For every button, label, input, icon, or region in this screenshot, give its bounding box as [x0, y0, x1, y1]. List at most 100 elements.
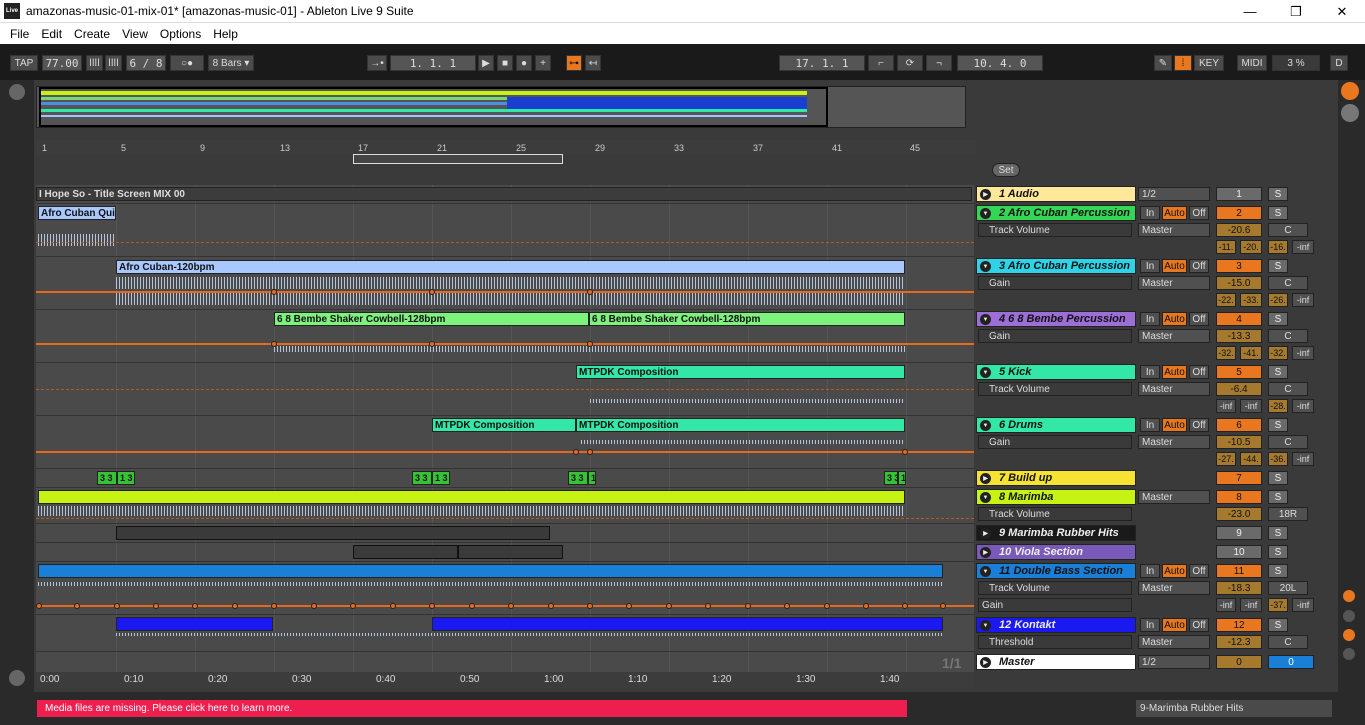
monitor-off[interactable]: Off	[1189, 618, 1209, 632]
lane-11-double-bass[interactable]	[36, 562, 974, 615]
lane-8-marimba[interactable]	[36, 488, 974, 524]
menu-file[interactable]: File	[4, 27, 35, 41]
lane-7-build-up[interactable]: 3 3 1 3 3 3 3 1 3 3 3 3 1 3 3 1	[36, 469, 974, 488]
build-clip[interactable]: 3 3	[412, 471, 432, 485]
track-2-number[interactable]: 2	[1216, 206, 1262, 220]
monitor-auto[interactable]: Auto	[1162, 564, 1187, 578]
computer-midi-button[interactable]: ⁞	[1174, 55, 1192, 71]
collapse-track-icon[interactable]: ▼	[980, 367, 991, 378]
track-12-solo[interactable]: S	[1268, 618, 1288, 632]
track-8-solo[interactable]: S	[1268, 490, 1288, 504]
monitor-in[interactable]: In	[1140, 564, 1160, 578]
track-11-volume[interactable]: -18.3	[1216, 581, 1262, 595]
track-12-volume[interactable]: -12.3	[1216, 635, 1262, 649]
build-clip[interactable]: 1 3 3	[432, 471, 450, 485]
track-4-number[interactable]: 4	[1216, 312, 1262, 326]
track-1-number[interactable]: 1	[1216, 187, 1262, 201]
track-4-header[interactable]: ▼ 4 6 8 Bembe Percussion	[976, 311, 1136, 327]
automation-param[interactable]: Gain	[978, 435, 1132, 449]
track-4-pan[interactable]: C	[1268, 329, 1308, 343]
time-signature-field[interactable]: 6 / 8	[126, 55, 166, 71]
record-button[interactable]: ●	[516, 55, 532, 71]
track-9-solo[interactable]: S	[1268, 526, 1288, 540]
track-12-output[interactable]: Master	[1138, 635, 1210, 649]
track-3-output[interactable]: Master	[1138, 276, 1210, 290]
track-3-header[interactable]: ▼ 3 Afro Cuban Percussion	[976, 258, 1136, 274]
lane-5-kick[interactable]: MTPDK Composition	[36, 363, 974, 416]
lane-1-audio[interactable]: I Hope So - Title Screen MIX 00	[36, 185, 974, 204]
punch-out-button[interactable]: ¬	[926, 55, 952, 71]
collapse-track-icon[interactable]: ▼	[980, 420, 991, 431]
track-5-output[interactable]: Master	[1138, 382, 1210, 396]
track-1-solo[interactable]: S	[1268, 187, 1288, 201]
back-to-arrangement-button[interactable]: ↤	[585, 55, 601, 71]
arrangement-view-icon[interactable]	[1341, 82, 1359, 100]
follow-button[interactable]: →•	[367, 55, 387, 71]
track-11-header[interactable]: ▼ 11 Double Bass Section	[976, 563, 1136, 579]
track-8-number[interactable]: 8	[1216, 490, 1262, 504]
track-2-output[interactable]: Master	[1138, 223, 1210, 237]
collapse-track-icon[interactable]: ▼	[980, 208, 991, 219]
mixer-toggle-icon[interactable]	[1343, 629, 1355, 641]
track-3-pan[interactable]: C	[1268, 276, 1308, 290]
track-3-number[interactable]: 3	[1216, 259, 1262, 273]
punch-in-button[interactable]: ⌐	[868, 55, 894, 71]
monitor-off[interactable]: Off	[1189, 259, 1209, 273]
track-8-output[interactable]: Master	[1138, 490, 1210, 504]
expand-track-icon[interactable]: ▶	[980, 657, 991, 668]
track-3-volume[interactable]: -15.0	[1216, 276, 1262, 290]
minimize-button[interactable]: —	[1227, 0, 1273, 23]
returns-toggle-icon[interactable]	[1343, 610, 1355, 622]
track-9-number[interactable]: 9	[1216, 526, 1262, 540]
track-12-header[interactable]: ▼ 12 Kontakt	[976, 617, 1136, 633]
master-track-header[interactable]: ▶ Master	[976, 654, 1136, 670]
set-locator-button[interactable]: Set	[992, 163, 1020, 177]
track-2-volume[interactable]: -20.6	[1216, 223, 1262, 237]
draw-mode-button[interactable]: ✎	[1154, 55, 1172, 71]
track-12-number[interactable]: 12	[1216, 618, 1262, 632]
play-button[interactable]: ▶	[478, 55, 494, 71]
monitor-off[interactable]: Off	[1189, 418, 1209, 432]
lane-6-drums[interactable]: MTPDK Composition MTPDK Composition	[36, 416, 974, 469]
master-number[interactable]: 0	[1216, 655, 1262, 669]
track-7-solo[interactable]: S	[1268, 471, 1288, 485]
track-5-solo[interactable]: S	[1268, 365, 1288, 379]
track-10-header[interactable]: ▶ 10 Viola Section	[976, 544, 1136, 560]
metronome-button[interactable]: ○●	[170, 55, 204, 71]
track-5-number[interactable]: 5	[1216, 365, 1262, 379]
menu-view[interactable]: View	[116, 27, 154, 41]
build-clip[interactable]: 3 3	[97, 471, 117, 485]
lane-10-viola[interactable]	[36, 543, 974, 562]
monitor-auto[interactable]: Auto	[1162, 312, 1187, 326]
time-ruler[interactable]	[36, 672, 974, 688]
clip-bembe-a[interactable]: 6 8 Bembe Shaker Cowbell-128bpm	[274, 312, 589, 326]
expand-track-icon[interactable]: ▶	[980, 547, 991, 558]
add-button[interactable]: +	[535, 55, 551, 71]
lane-9-marimba-rubber[interactable]	[36, 524, 974, 543]
track-6-number[interactable]: 6	[1216, 418, 1262, 432]
overview-viewport[interactable]	[39, 87, 828, 127]
menu-edit[interactable]: Edit	[35, 27, 68, 41]
monitor-off[interactable]: Off	[1189, 312, 1209, 326]
monitor-auto[interactable]: Auto	[1162, 365, 1187, 379]
monitor-in[interactable]: In	[1140, 618, 1160, 632]
collapse-track-icon[interactable]: ▼	[980, 314, 991, 325]
expand-track-icon[interactable]: ▶	[980, 528, 991, 539]
lane-12-kontakt[interactable]	[36, 615, 974, 652]
lane-2-afro-cuban[interactable]: Afro Cuban Quin	[36, 204, 974, 257]
clip-mtpdk-1[interactable]: MTPDK Composition	[576, 365, 905, 379]
lane-3-afro-cuban[interactable]: Afro Cuban-120bpm	[36, 257, 974, 310]
monitor-off[interactable]: Off	[1189, 365, 1209, 379]
monitor-off[interactable]: Off	[1189, 206, 1209, 220]
track-5-header[interactable]: ▼ 5 Kick	[976, 364, 1136, 380]
automation-param[interactable]: Track Volume	[978, 223, 1132, 237]
automation-param[interactable]: Threshold	[978, 635, 1132, 649]
track-5-pan[interactable]: C	[1268, 382, 1308, 396]
expand-track-icon[interactable]: ▶	[980, 189, 991, 200]
expand-detail-icon[interactable]	[9, 670, 25, 686]
build-clip[interactable]: 3 3	[884, 471, 898, 485]
delay-toggle-icon[interactable]	[1343, 648, 1355, 660]
track-1-input[interactable]: 1/2	[1138, 187, 1210, 201]
track-4-output[interactable]: Master	[1138, 329, 1210, 343]
clip-afro-120[interactable]: Afro Cuban-120bpm	[116, 260, 905, 274]
